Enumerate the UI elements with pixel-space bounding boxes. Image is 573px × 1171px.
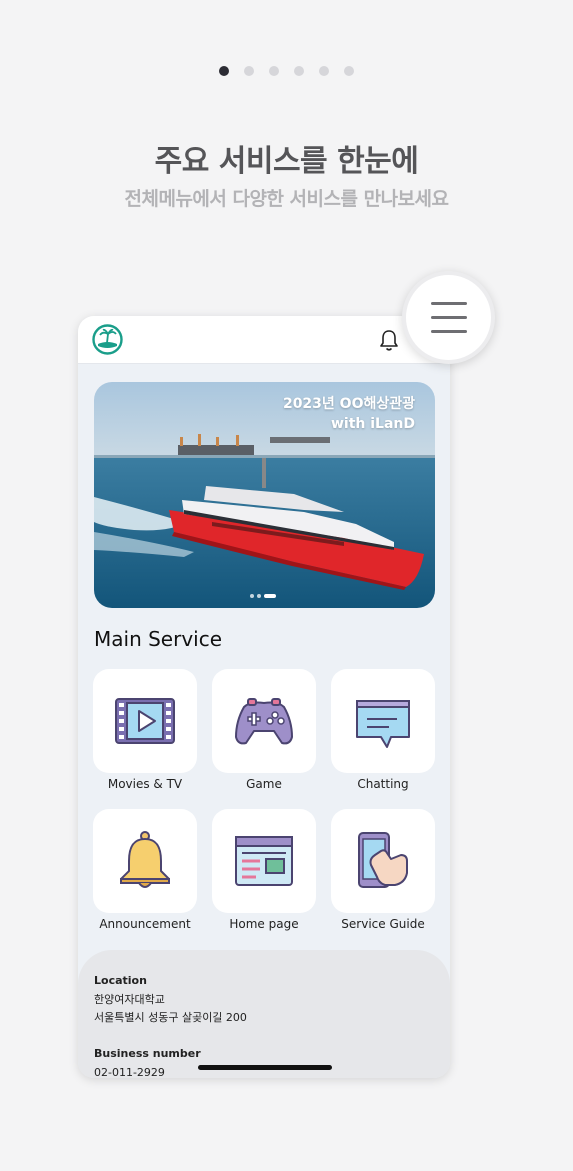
banner-line-2: with iLanD [330,416,415,432]
banner-dot-1[interactable] [250,594,254,598]
service-tile-movies[interactable] [93,669,197,773]
banner-caption: 2023년 OO해상관광 with iLanD [283,394,415,434]
menu-icon [431,302,467,305]
service-label-movies: Movies & TV [107,777,183,791]
page-dot-2[interactable] [244,66,254,76]
service-label-homepage: Home page [229,917,299,931]
page-dot-5[interactable] [319,66,329,76]
page-dot-6[interactable] [344,66,354,76]
banner-dot-2[interactable] [257,594,261,598]
island-logo-icon[interactable] [92,324,123,355]
bell-icon [120,831,170,888]
business-number-label: Business number [94,1047,201,1060]
service-tile-guide[interactable] [331,809,435,913]
main-service-title: Main Service [94,627,223,651]
movie-film-icon [115,698,175,744]
page-dot-3[interactable] [269,66,279,76]
page-dot-4[interactable] [294,66,304,76]
onboarding-pagination [0,66,573,76]
promo-banner[interactable]: 2023년 OO해상관광 with iLanD [94,382,435,608]
chat-bubble-icon [356,700,410,748]
app-header [78,316,450,364]
service-tile-announcement[interactable] [93,809,197,913]
hamburger-menu-button[interactable] [402,271,495,364]
service-tile-homepage[interactable] [212,809,316,913]
menu-icon-line [431,330,467,333]
service-label-announcement: Announcement [99,917,191,931]
service-label-guide: Service Guide [341,917,425,931]
service-tile-game[interactable] [212,669,316,773]
banner-line-1: 2023년 OO해상관광 [282,396,415,412]
banner-dot-3[interactable] [264,594,276,598]
onboarding-subtitle: 전체메뉴에서 다양한 서비스를 만나보세요 [124,188,450,210]
onboarding-title: 주요 서비스를 한눈에 [154,144,419,179]
notification-bell-icon[interactable] [378,328,400,352]
phone-tap-icon [358,832,408,888]
phone-mockup: 2023년 OO해상관광 with iLanD Main Service Mov… [78,316,450,1078]
page-dot-1[interactable] [219,66,229,76]
webpage-icon [235,836,293,886]
banner-pagination [250,594,276,598]
service-tile-chatting[interactable] [331,669,435,773]
gamepad-icon [235,698,293,745]
home-indicator[interactable] [198,1065,332,1070]
menu-icon-line [431,316,467,319]
location-line-2: 서울특별시 성동구 살곶이길 200 [94,1011,247,1024]
location-label: Location [94,974,147,987]
service-label-game: Game [246,777,282,791]
service-label-chatting: Chatting [357,777,409,791]
app-footer: Location 한양여자대학교 서울특별시 성동구 살곶이길 200 Busi… [78,950,450,1078]
location-line-1: 한양여자대학교 [94,993,165,1006]
